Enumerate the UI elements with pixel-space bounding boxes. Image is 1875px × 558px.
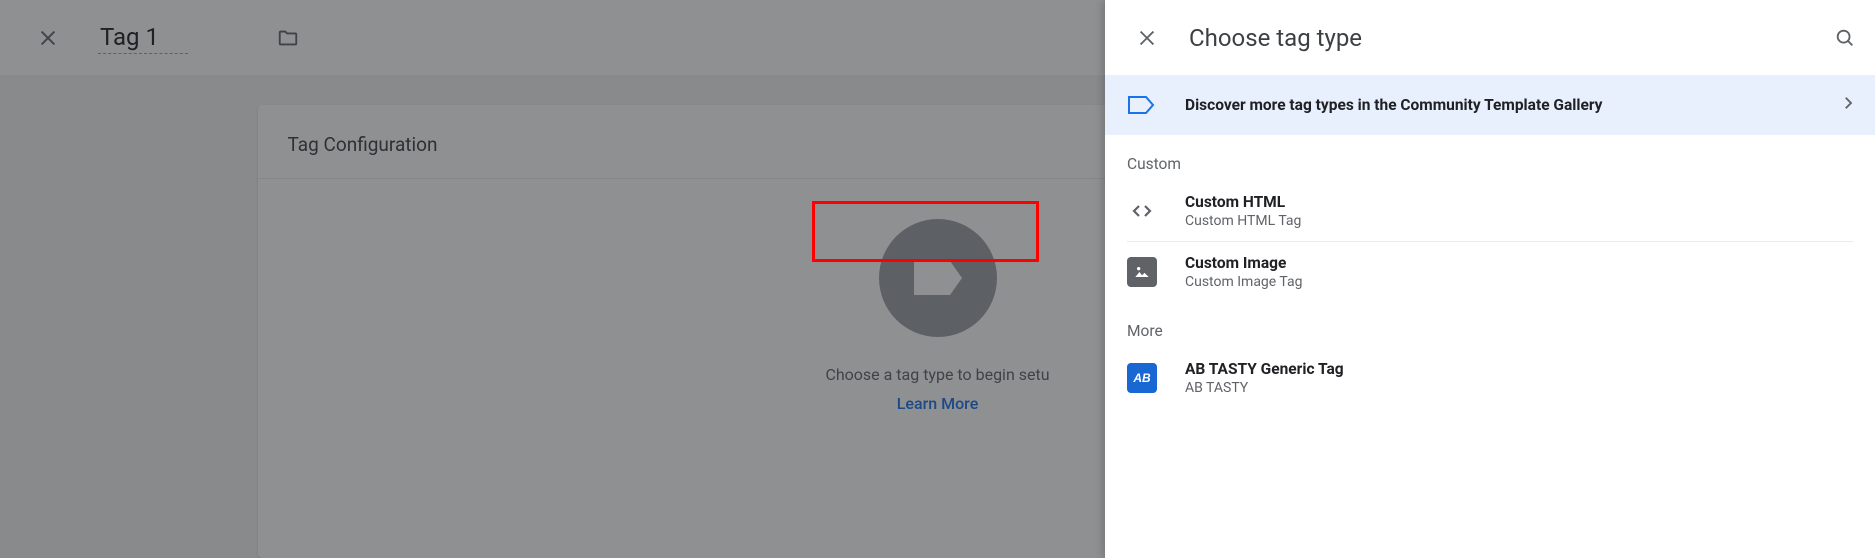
section-label-custom: Custom (1105, 135, 1875, 181)
choose-tag-type-panel: Choose tag type Discover more tag types … (1105, 0, 1875, 558)
ab-tasty-icon: AB (1127, 363, 1157, 393)
item-name: Custom Image (1185, 254, 1302, 272)
image-icon (1127, 257, 1157, 287)
item-name: AB TASTY Generic Tag (1185, 360, 1344, 378)
tag-outline-icon (1127, 91, 1155, 119)
panel-header: Choose tag type (1105, 0, 1875, 75)
banner-text: Discover more tag types in the Community… (1185, 96, 1839, 114)
item-sub: AB TASTY (1185, 380, 1344, 396)
search-icon[interactable] (1825, 18, 1865, 58)
close-icon[interactable] (1127, 18, 1167, 58)
chevron-right-icon (1839, 94, 1857, 116)
community-gallery-banner[interactable]: Discover more tag types in the Community… (1105, 75, 1875, 135)
tag-type-custom-image[interactable]: Custom Image Custom Image Tag (1127, 242, 1853, 302)
item-sub: Custom HTML Tag (1185, 213, 1301, 229)
item-name: Custom HTML (1185, 193, 1301, 211)
item-sub: Custom Image Tag (1185, 274, 1302, 290)
section-label-more: More (1105, 302, 1875, 348)
panel-title: Choose tag type (1189, 24, 1825, 52)
code-icon (1127, 196, 1157, 226)
tag-type-ab-tasty[interactable]: AB AB TASTY Generic Tag AB TASTY (1127, 348, 1853, 408)
tag-type-custom-html[interactable]: Custom HTML Custom HTML Tag (1127, 181, 1853, 242)
